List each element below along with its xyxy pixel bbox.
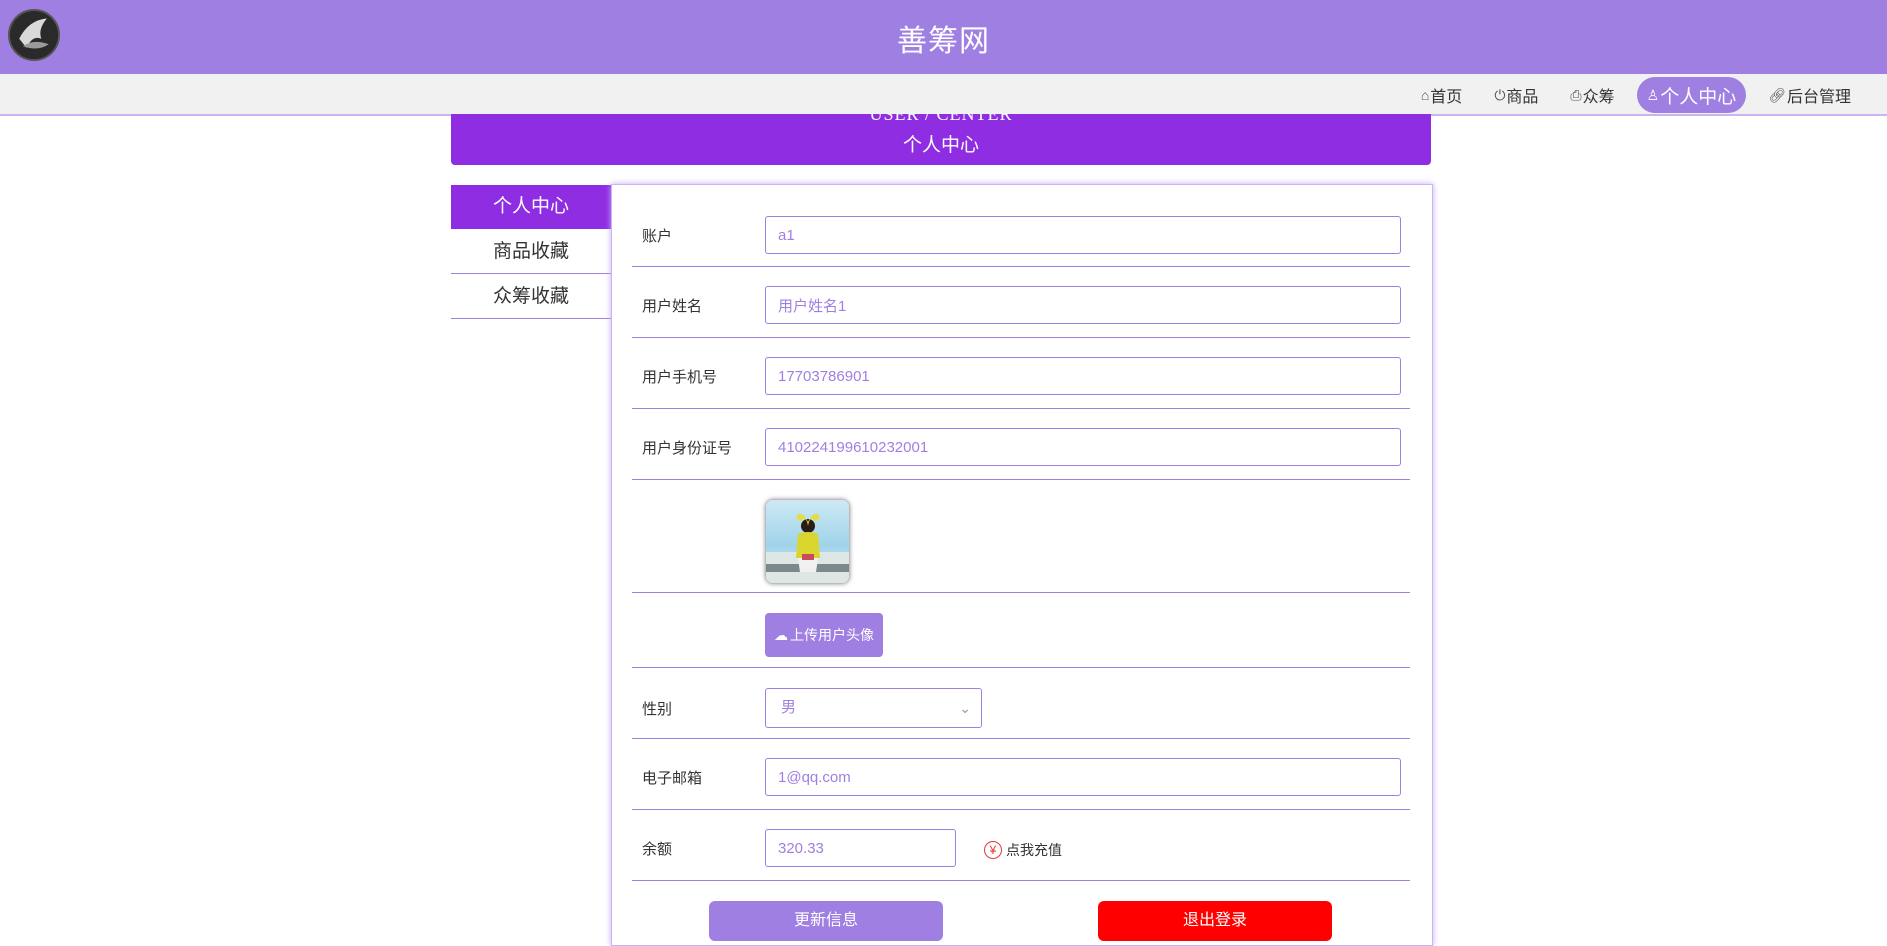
nav-item-user-center[interactable]: ♙ 个人中心 [1636, 77, 1747, 113]
gender-label: 性别 [642, 701, 673, 718]
phone-input[interactable] [765, 357, 1401, 395]
form-row-name: 用户姓名 [632, 267, 1410, 338]
link-icon: 🔗︎ [1768, 86, 1786, 103]
balance-input[interactable] [765, 829, 956, 867]
name-input[interactable] [765, 286, 1401, 324]
form-row-upload: ☁ 上传用户头像 [632, 593, 1410, 668]
logout-button[interactable]: 退出登录 [1098, 901, 1332, 941]
form-row-avatar [632, 480, 1410, 593]
nav-item-label: 商品 [1506, 89, 1539, 106]
nav-item-products[interactable]: ⏻ 商品 [1484, 77, 1548, 113]
form-row-email: 电子邮箱 [632, 739, 1410, 810]
form-row-account: 账户 [632, 185, 1410, 267]
form-row-balance: 余额 ¥ 点我充值 [632, 810, 1410, 881]
printer-icon: ⎙ [1570, 86, 1582, 103]
banner-en-title: USER / CENTER [869, 114, 1013, 124]
form-row-gender: 性别 男 ⌄ [632, 668, 1410, 739]
page-banner: USER / CENTER 个人中心 [451, 114, 1431, 165]
account-input[interactable] [765, 216, 1401, 254]
profile-form: 账户 用户姓名 用户手机号 用户身份证号 [611, 184, 1433, 946]
recharge-link[interactable]: ¥ 点我充值 [984, 840, 1062, 860]
id-card-input[interactable] [765, 428, 1401, 466]
nav-item-label: 后台管理 [1786, 89, 1851, 106]
upload-avatar-label: 上传用户头像 [790, 627, 874, 643]
sidebar-item-crowdfunding-favorites[interactable]: 众筹收藏 [451, 275, 611, 319]
nav-item-crowdfunding[interactable]: ⎙ 众筹 [1560, 77, 1624, 113]
sidebar-item-user-center[interactable]: 个人中心 [451, 185, 611, 229]
phone-label: 用户手机号 [642, 369, 718, 386]
main-nav: ⌂ 首页 ⏻ 商品 ⎙ 众筹 ♙ 个人中心 🔗︎ 后台管理 [1399, 77, 1861, 113]
power-icon: ⏻ [1494, 86, 1506, 103]
home-icon: ⌂ [1420, 87, 1430, 103]
banner-title: 个人中心 [902, 135, 979, 156]
email-input[interactable] [765, 758, 1401, 796]
name-label: 用户姓名 [642, 298, 703, 315]
cloud-upload-icon: ☁ [774, 626, 788, 643]
id-card-label: 用户身份证号 [642, 440, 733, 457]
recharge-label: 点我充值 [1006, 842, 1062, 858]
sidebar-item-product-favorites[interactable]: 商品收藏 [451, 230, 611, 274]
user-avatar [765, 499, 850, 584]
nav-item-label: 首页 [1430, 89, 1463, 106]
form-row-phone: 用户手机号 [632, 338, 1410, 409]
top-header: 善筹网 [0, 0, 1887, 74]
nav-item-admin[interactable]: 🔗︎ 后台管理 [1758, 77, 1861, 113]
nav-item-label: 个人中心 [1660, 86, 1737, 108]
upload-avatar-button[interactable]: ☁ 上传用户头像 [765, 613, 883, 657]
nav-bar: ⌂ 首页 ⏻ 商品 ⎙ 众筹 ♙ 个人中心 🔗︎ 后台管理 [0, 74, 1887, 116]
form-row-id-card: 用户身份证号 [632, 409, 1410, 480]
user-icon: ♙ [1646, 86, 1660, 103]
account-label: 账户 [642, 228, 673, 245]
update-info-button[interactable]: 更新信息 [709, 901, 943, 941]
nav-item-label: 众筹 [1582, 89, 1615, 106]
yen-icon: ¥ [984, 841, 1002, 859]
site-title: 善筹网 [897, 25, 990, 58]
chevron-down-icon: ⌄ [959, 700, 971, 716]
gender-value: 男 [781, 699, 797, 716]
nav-item-home[interactable]: ⌂ 首页 [1411, 77, 1472, 113]
sidebar: 个人中心 商品收藏 众筹收藏 [451, 185, 611, 320]
balance-label: 余额 [642, 841, 673, 858]
email-label: 电子邮箱 [642, 770, 703, 787]
gender-select[interactable]: 男 ⌄ [765, 688, 982, 728]
